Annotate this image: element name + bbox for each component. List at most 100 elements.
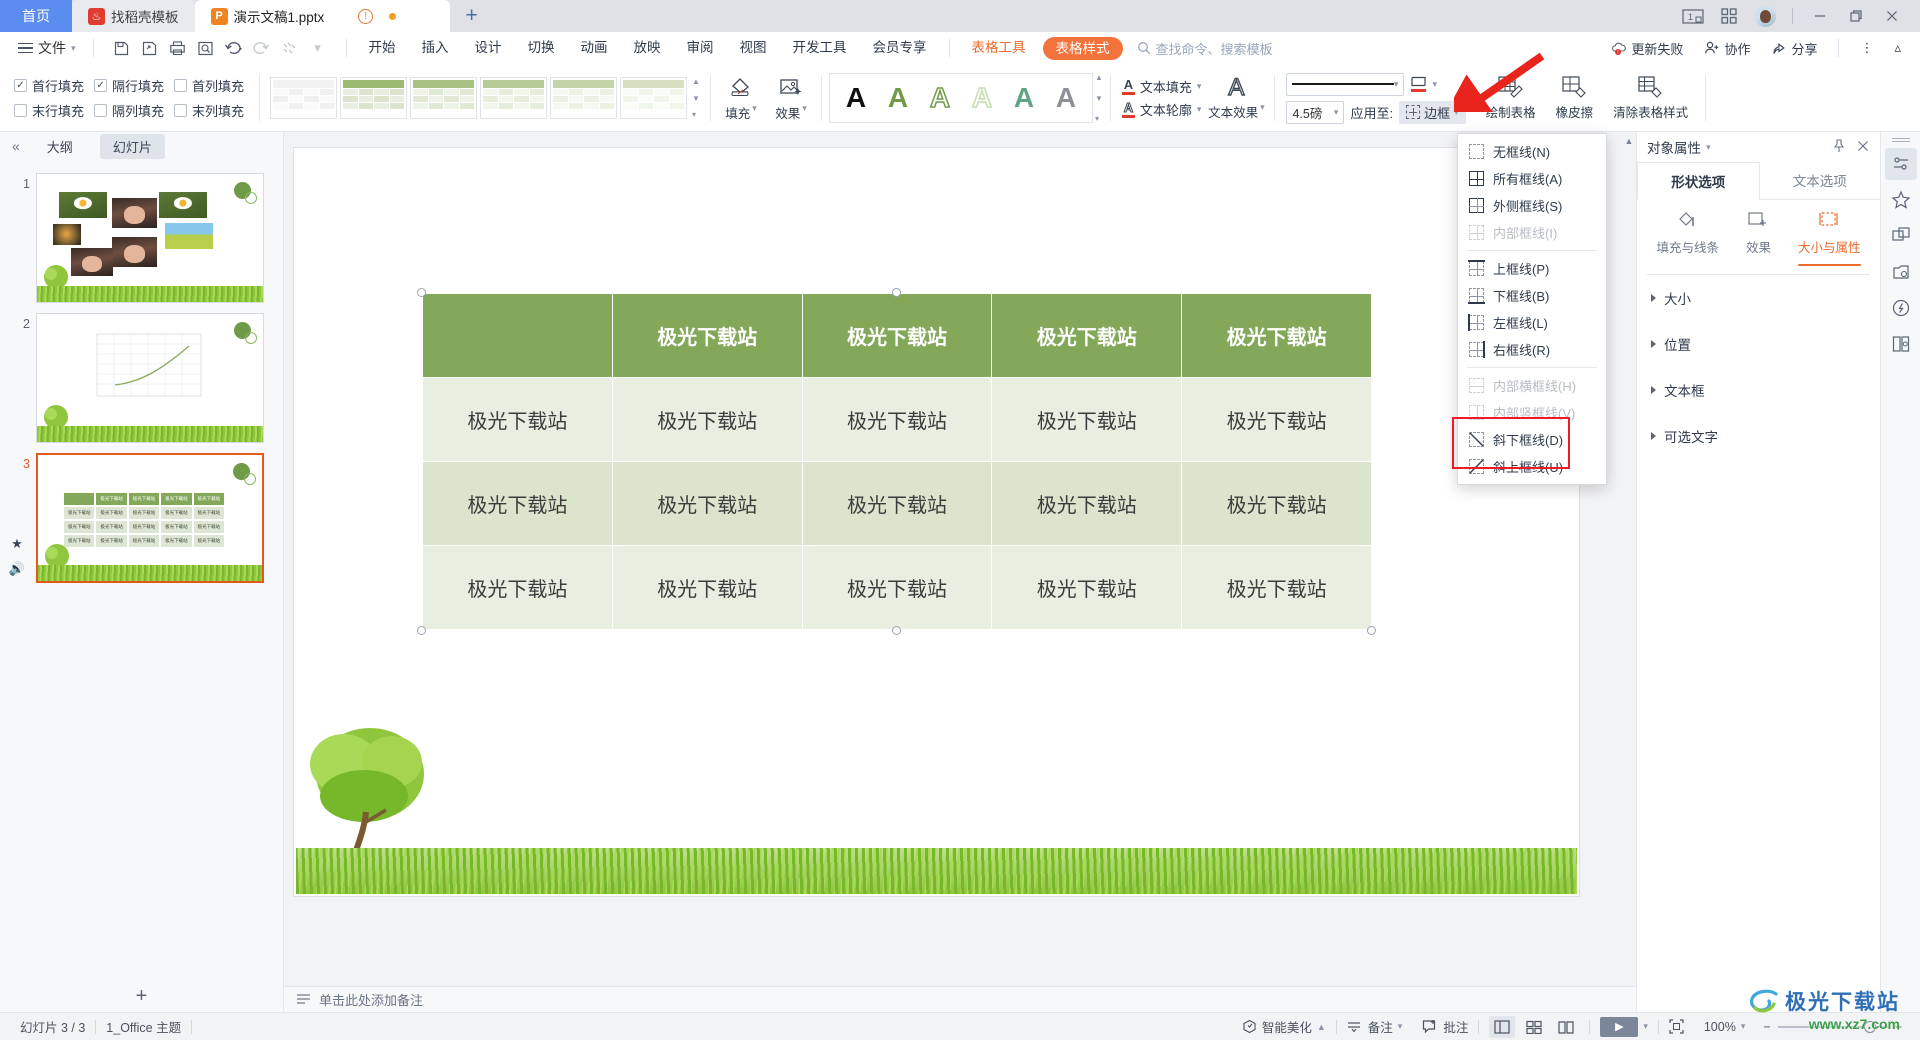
table-style-thumb[interactable] xyxy=(270,77,338,119)
canvas-scroll-up-icon[interactable]: ▲ xyxy=(1624,136,1634,146)
reading-view-icon[interactable] xyxy=(1553,1016,1579,1038)
tab-transition[interactable]: 切换 xyxy=(515,33,568,63)
fill-button[interactable]: 填充 ▾ xyxy=(718,75,764,122)
reader-icon[interactable] xyxy=(1885,328,1917,360)
chevron-down-icon[interactable]: ▾ xyxy=(1706,142,1711,153)
wordart-style-5[interactable]: A xyxy=(1004,84,1044,112)
comments-button[interactable]: 批注 xyxy=(1412,1017,1478,1036)
maximize-icon[interactable] xyxy=(1840,3,1872,29)
border-dropdown-menu[interactable]: 无框线(N) 所有框线(A) 外侧框线(S) 内部框线(I) 上框线(P) 下框… xyxy=(1457,133,1607,485)
zoom-level-button[interactable]: 100% ▾ xyxy=(1694,1020,1756,1034)
draw-table-button[interactable]: 绘制表格 xyxy=(1476,75,1546,121)
gallery-scroll-down-icon[interactable]: ▼ xyxy=(1095,94,1103,103)
checkbox-last-col-fill[interactable]: 末列填充 xyxy=(174,101,244,120)
tab-start[interactable]: 开始 xyxy=(356,33,409,63)
wordart-style-4[interactable]: A xyxy=(962,83,1002,113)
table-style-thumb[interactable] xyxy=(410,77,478,119)
slide-sorter-icon[interactable] xyxy=(1521,1016,1547,1038)
collapse-ribbon-icon[interactable]: ▵ xyxy=(1885,40,1910,56)
wordart-style-1[interactable]: A xyxy=(836,84,876,112)
resize-handle-nw[interactable] xyxy=(417,288,426,297)
pin-icon[interactable] xyxy=(1832,138,1846,156)
properties-icon[interactable] xyxy=(1884,148,1917,180)
table-style-thumb[interactable] xyxy=(340,77,408,119)
more-options-icon[interactable]: ⋮ xyxy=(1851,40,1882,56)
zoom-track[interactable] xyxy=(1777,1020,1888,1033)
resize-handle-s[interactable] xyxy=(892,626,901,635)
print-icon[interactable] xyxy=(165,36,191,60)
notes-toggle-button[interactable]: 备注 ▾ xyxy=(1337,1017,1413,1036)
tab-size-and-properties[interactable]: 大小与属性 xyxy=(1797,210,1861,266)
menu-item-bottom-border[interactable]: 下框线(B) xyxy=(1458,282,1606,309)
warning-circle-icon[interactable]: ! xyxy=(358,8,374,24)
zoom-in-button[interactable]: + xyxy=(1895,1020,1902,1034)
tab-table-style[interactable]: 表格样式 xyxy=(1042,36,1123,60)
clear-table-style-button[interactable]: 清除表格样式 xyxy=(1603,75,1698,121)
effect-button[interactable]: 效果 ▾ xyxy=(768,75,814,122)
menu-item-no-border[interactable]: 无框线(N) xyxy=(1458,138,1606,165)
checkbox-banded-rows[interactable]: ✓ 隔行填充 xyxy=(94,76,164,95)
table-cell[interactable]: 极光下载站 xyxy=(611,293,803,378)
table-cell[interactable] xyxy=(422,293,613,378)
list-item[interactable]: 3 极光下载站 极光下载站 极光下载站 极光下载站 极光下载站 极光下载站 极光下载站 极光… xyxy=(0,448,283,588)
gallery-scroll-buttons[interactable]: ▲ ▼ ▾ xyxy=(692,77,700,119)
table-cell[interactable]: 极光下载站 xyxy=(422,377,613,462)
material-icon[interactable] xyxy=(1885,256,1917,288)
checkbox-last-row-fill[interactable]: 末行填充 xyxy=(14,101,84,120)
save-icon[interactable] xyxy=(109,36,135,60)
table-cell[interactable]: 极光下载站 xyxy=(1181,461,1372,546)
tab-insert[interactable]: 插入 xyxy=(409,33,462,63)
text-outline-button[interactable]: A 文本轮廓 ▾ xyxy=(1121,100,1201,119)
tab-developer[interactable]: 开发工具 xyxy=(780,33,860,63)
slide-thumbnail-2[interactable] xyxy=(36,313,264,443)
table-cell[interactable]: 极光下载站 xyxy=(611,545,803,630)
file-menu-button[interactable]: 文件 ▾ xyxy=(10,38,84,58)
table-cell[interactable]: 极光下载站 xyxy=(1181,293,1372,378)
table-cell[interactable]: 极光下载站 xyxy=(801,377,993,462)
smart-beautify-button[interactable]: 智能美化 ▲ xyxy=(1232,1017,1336,1036)
add-slide-button[interactable]: + xyxy=(0,985,283,1008)
collaborate-button[interactable]: 协作 xyxy=(1695,39,1759,58)
star-icon[interactable] xyxy=(1885,184,1917,216)
search-box[interactable]: 查找命令、搜索模板 xyxy=(1137,39,1273,58)
slide-editor[interactable]: 极光下载站 极光下载站 极光下载站 极光下载站 极光下载站 极光下载站 极光下载… xyxy=(294,148,1579,896)
wordart-gallery-scroll[interactable]: ▲ ▼ ▾ xyxy=(1095,73,1103,123)
tab-review[interactable]: 审阅 xyxy=(674,33,727,63)
menu-item-diagonal-up-border[interactable]: 斜上框线(U) xyxy=(1458,453,1606,480)
menu-item-left-border[interactable]: 左框线(L) xyxy=(1458,309,1606,336)
section-size[interactable]: 大小 xyxy=(1637,275,1880,321)
rail-grip-icon[interactable] xyxy=(1891,136,1910,144)
theme-label[interactable]: 1_Office 主题 xyxy=(96,1017,191,1036)
collapse-panel-icon[interactable]: « xyxy=(12,138,20,154)
border-dropdown-button[interactable]: 边框 ▾ xyxy=(1399,100,1466,124)
checkbox-first-col-fill[interactable]: 首列填充 xyxy=(174,76,244,95)
checkbox-first-row-fill[interactable]: ✓ 首行填充 xyxy=(14,76,84,95)
table-cell[interactable]: 极光下载站 xyxy=(1181,545,1372,630)
gallery-scroll-up-icon[interactable]: ▲ xyxy=(1095,73,1103,82)
tab-table-tools[interactable]: 表格工具 xyxy=(959,33,1039,63)
menu-item-right-border[interactable]: 右框线(R) xyxy=(1458,336,1606,363)
list-item[interactable]: 1 xyxy=(0,168,283,308)
close-icon[interactable] xyxy=(1876,3,1908,29)
section-textbox[interactable]: 文本框 xyxy=(1637,367,1880,413)
tab-animation[interactable]: 动画 xyxy=(568,33,621,63)
shapes-icon[interactable] xyxy=(1885,220,1917,252)
table-cell[interactable]: 极光下载站 xyxy=(422,545,613,630)
wordart-style-6[interactable]: A xyxy=(1046,84,1086,112)
tab-view[interactable]: 视图 xyxy=(727,33,780,63)
normal-view-icon[interactable] xyxy=(1489,1015,1516,1038)
notes-bar[interactable]: 单击此处添加备注 xyxy=(284,986,1636,1012)
tab-document[interactable]: P 演示文稿1.pptx ! xyxy=(194,0,450,32)
table-style-thumb[interactable] xyxy=(620,77,688,119)
data-table[interactable]: 极光下载站 极光下载站 极光下载站 极光下载站 极光下载站 极光下载站 极光下载… xyxy=(422,293,1372,630)
table-style-thumb[interactable] xyxy=(550,77,618,119)
tab-effects[interactable]: 效果 xyxy=(1746,210,1771,266)
text-fill-button[interactable]: A 文本填充 ▾ xyxy=(1121,77,1201,96)
list-item[interactable]: 2 xyxy=(0,308,283,448)
close-icon[interactable] xyxy=(1856,139,1870,156)
start-slideshow-button[interactable]: ▶ ▾ xyxy=(1590,1016,1658,1037)
line-style-select[interactable]: ▾ xyxy=(1286,72,1405,96)
checkbox-banded-cols[interactable]: 隔列填充 xyxy=(94,101,164,120)
table-cell[interactable]: 极光下载站 xyxy=(991,461,1183,546)
tab-slides[interactable]: 幻灯片 xyxy=(99,133,165,159)
